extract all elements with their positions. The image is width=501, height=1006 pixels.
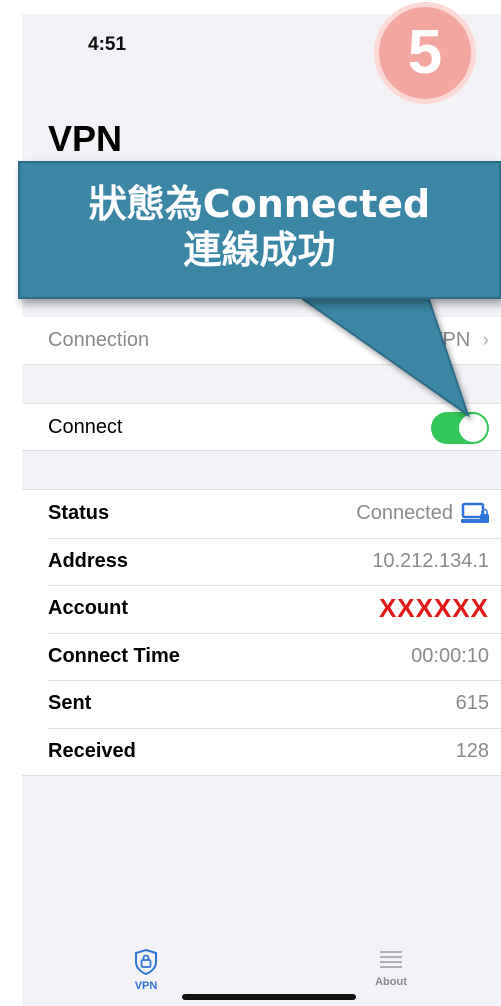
callout-pointer	[296, 296, 470, 418]
callout-line-2: 連線成功	[183, 228, 336, 272]
callout-text: 狀態為Connected 連線成功	[18, 161, 501, 273]
callout-line-1: 狀態為Connected	[88, 182, 431, 226]
